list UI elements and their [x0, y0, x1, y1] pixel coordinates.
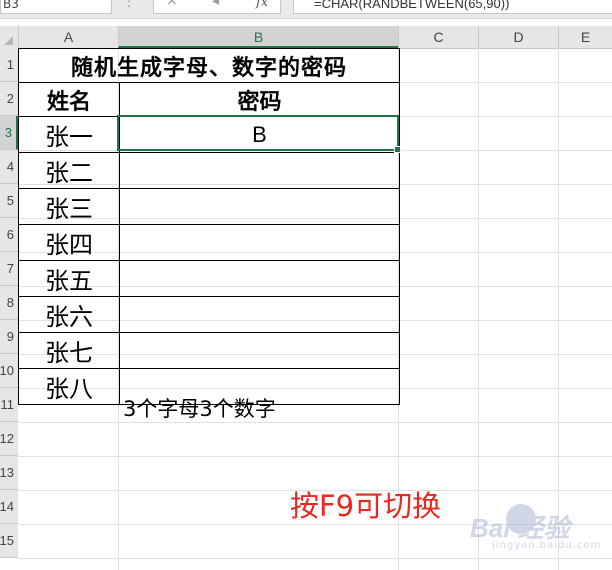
- password-cell[interactable]: [119, 188, 400, 225]
- row-header-label: 7: [6, 261, 14, 276]
- gridline: [18, 558, 612, 559]
- name-cell[interactable]: 张一: [18, 116, 120, 153]
- password-cell[interactable]: [119, 224, 400, 261]
- annotation-text: 按F9可切换: [290, 489, 442, 523]
- name-cell[interactable]: 张五: [18, 260, 120, 297]
- row-header-label: 14: [0, 499, 14, 514]
- row-header-13[interactable]: 13: [0, 456, 18, 490]
- row-header-label: 9: [6, 329, 14, 344]
- row-header-10[interactable]: 10: [0, 354, 18, 388]
- name-cell[interactable]: 张七: [18, 332, 120, 369]
- formula-buttons: × ◂ fx: [153, 0, 281, 14]
- table-row: 张七: [18, 332, 400, 369]
- select-all-button[interactable]: [0, 26, 18, 48]
- fill-handle[interactable]: [394, 146, 401, 153]
- gridline: [18, 456, 612, 457]
- row-header-label: 5: [6, 193, 14, 208]
- password-cell[interactable]: [119, 296, 400, 333]
- row-header-8[interactable]: 8: [0, 286, 18, 320]
- row-header-11[interactable]: 11: [0, 388, 18, 422]
- row-header-label: 15: [0, 533, 14, 548]
- column-header-a[interactable]: A: [18, 26, 118, 48]
- row-header-5[interactable]: 5: [0, 184, 18, 218]
- row-header-label: 1: [6, 57, 14, 72]
- note-cell[interactable]: 3个字母3个数字: [123, 393, 276, 423]
- enter-icon[interactable]: ◂: [212, 0, 219, 9]
- formula-bar: B3 : × ◂ fx =CHAR(RANDBETWEEN(65,90)): [0, 0, 612, 19]
- insert-function-icon[interactable]: fx: [256, 0, 268, 10]
- select-all-icon: [4, 36, 13, 45]
- row-header-3[interactable]: 3: [0, 116, 18, 150]
- password-cell[interactable]: [119, 152, 400, 189]
- row-header-label: 4: [6, 159, 14, 174]
- row-header-label: 3: [4, 125, 12, 140]
- row-header-label: 12: [0, 431, 14, 446]
- row-header-14[interactable]: 14: [0, 490, 18, 524]
- table-title[interactable]: 随机生成字母、数字的密码: [18, 48, 400, 83]
- gridline: [18, 422, 612, 423]
- row-header-label: 2: [6, 91, 14, 106]
- watermark-url: jingyan.baidu.com: [492, 540, 602, 551]
- table-row: 张二: [18, 152, 400, 189]
- column-header-e[interactable]: E: [558, 26, 612, 48]
- row-header-label: 11: [0, 397, 15, 412]
- table-row: 张四: [18, 224, 400, 261]
- row-header-7[interactable]: 7: [0, 252, 18, 286]
- name-cell[interactable]: 张六: [18, 296, 120, 333]
- row-header-9[interactable]: 9: [0, 320, 18, 354]
- row-header-label: 6: [6, 227, 14, 242]
- header-name[interactable]: 姓名: [18, 82, 120, 117]
- table-row: 张三: [18, 188, 400, 225]
- row-header-label: 8: [6, 295, 14, 310]
- watermark-logo: Bai 经验 jingyan.baidu.com: [470, 502, 610, 554]
- table-row: 张六: [18, 296, 400, 333]
- formula-input[interactable]: =CHAR(RANDBETWEEN(65,90)): [293, 0, 612, 14]
- column-header-b[interactable]: B: [118, 26, 398, 48]
- row-header-15[interactable]: 15: [0, 524, 18, 558]
- row-header-label: 10: [0, 363, 14, 378]
- row-header-6[interactable]: 6: [0, 218, 18, 252]
- name-box[interactable]: B3: [0, 0, 112, 14]
- gridline: [558, 48, 559, 570]
- password-cell[interactable]: [119, 260, 400, 297]
- name-box-separator: :: [127, 0, 132, 10]
- name-cell[interactable]: 张四: [18, 224, 120, 261]
- row-header-12[interactable]: 12: [0, 422, 18, 456]
- password-cell[interactable]: [119, 332, 400, 369]
- table-row: 张五: [18, 260, 400, 297]
- active-cell-outline: [117, 115, 401, 153]
- column-header-d[interactable]: D: [478, 26, 558, 48]
- gridline: [478, 48, 479, 570]
- password-table: 随机生成字母、数字的密码 姓名 密码 张一 B 张二 张三 张四 张五 张六 张七…: [18, 48, 400, 405]
- column-header-row: A B C D E: [0, 26, 612, 49]
- name-cell[interactable]: 张八: [18, 368, 120, 405]
- cancel-icon[interactable]: ×: [166, 0, 178, 9]
- row-header-4[interactable]: 4: [0, 150, 18, 184]
- row-header-1[interactable]: 1: [0, 48, 18, 82]
- name-cell[interactable]: 张二: [18, 152, 120, 189]
- row-header-2[interactable]: 2: [0, 82, 18, 116]
- name-cell[interactable]: 张三: [18, 188, 120, 225]
- header-password[interactable]: 密码: [119, 82, 400, 117]
- row-header-label: 13: [0, 465, 14, 480]
- column-header-c[interactable]: C: [398, 26, 478, 48]
